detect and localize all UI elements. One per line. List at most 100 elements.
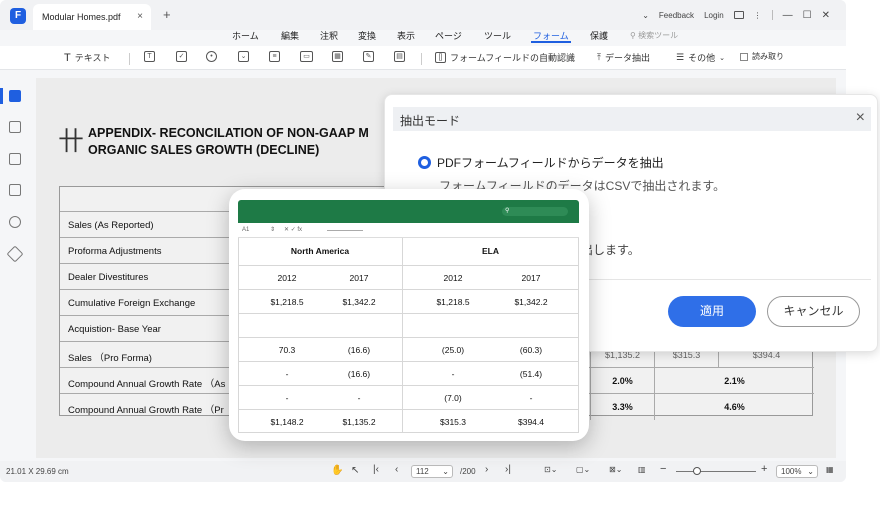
active-rail-indicator (0, 88, 3, 104)
search-icon[interactable] (9, 216, 21, 228)
menu-home[interactable]: ホーム (232, 29, 259, 42)
document-chair-icon: 卄 (58, 126, 85, 156)
spreadsheet-preview: ⚲ A1 ⇕ ✕ ✓ fx North America ELA 2012 201… (229, 189, 589, 441)
page-dimensions: 21.01 X 29.69 cm (6, 467, 69, 476)
dropdown-icon: ⌄ (238, 51, 249, 62)
table-row: 70.3 (16.6) (25.0) (60.3) (238, 337, 579, 361)
form-toolbar: T テキスト T ✓ • ⌄ ≡ ▭ ▦ ✎ ▤ [] フォームフィールドの自動認識… (0, 46, 846, 70)
active-menu-indicator (531, 41, 571, 43)
more-button[interactable]: ☰ その他 ⌄ (676, 51, 725, 64)
table-row: $1,218.5 $1,342.2 $1,218.5 $1,342.2 (238, 289, 579, 313)
table-row: - - (7.0) - (238, 385, 579, 409)
more-icon[interactable]: ⋮ (754, 11, 762, 20)
chevron-down-icon[interactable]: ⌄ (642, 11, 649, 20)
text-box-icon: T (144, 51, 155, 62)
maximize-icon[interactable]: ☐ (803, 10, 812, 21)
zoom-in-icon[interactable]: + (761, 463, 767, 475)
list-box-icon: ≡ (269, 51, 280, 62)
zoom-out-icon[interactable]: − (660, 463, 666, 475)
dropdown-tool[interactable]: ⌄ (238, 51, 249, 62)
menu-view[interactable]: 表示 (397, 29, 415, 42)
crop-icon[interactable]: ⊠⌄ (609, 465, 622, 474)
image-field-tool[interactable]: ▦ (332, 51, 343, 62)
table-row: $1,148.2 $1,135.2 $315.3 $394.4 (238, 409, 579, 433)
page-number-input[interactable]: 112 ⌄ (411, 465, 453, 478)
stepper-icon: ⇕ (270, 227, 276, 233)
menu-comment[interactable]: 注釈 (320, 29, 338, 42)
hand-tool-icon[interactable]: ✋ (331, 465, 343, 476)
auto-recognize-button[interactable]: [] フォームフィールドの自動認識 (435, 51, 575, 64)
date-tool[interactable]: ▤ (394, 51, 405, 62)
menu-edit[interactable]: 編集 (281, 29, 299, 42)
recognize-icon: [] (435, 52, 446, 63)
search-icon: ⚲ (502, 207, 568, 216)
read-only-checkbox[interactable] (740, 52, 748, 61)
button-icon: ▭ (300, 51, 313, 62)
attachment-icon[interactable] (9, 184, 21, 196)
thumbnails-icon[interactable] (9, 90, 21, 102)
new-tab-icon[interactable]: + (163, 8, 171, 21)
search-tools[interactable]: ⚲ 検索ツール (630, 30, 678, 41)
checkbox-tool[interactable]: ✓ (176, 51, 187, 62)
extract-form-fields-radio[interactable] (418, 156, 431, 169)
close-icon[interactable]: × (856, 109, 865, 127)
read-only-toggle[interactable]: 読み取り (740, 51, 784, 62)
option-description-2: 出します。 (581, 243, 640, 257)
feedback-link[interactable]: Feedback (659, 11, 694, 20)
signature-icon: ✎ (363, 51, 374, 62)
view-grid-icon[interactable]: ▦ (826, 465, 834, 474)
checkbox-icon: ✓ (176, 51, 187, 62)
minimize-icon[interactable]: — (783, 10, 793, 21)
text-field-tool[interactable]: T テキスト (64, 51, 110, 64)
column-divider (578, 238, 579, 432)
notification-icon[interactable] (733, 11, 744, 19)
column-divider (238, 238, 239, 432)
column-divider (402, 238, 403, 432)
page-layout-icon[interactable]: ▢⌄ (576, 465, 590, 474)
app-logo-icon: F (10, 8, 26, 24)
table-row (238, 313, 579, 337)
layers-icon[interactable] (6, 245, 24, 263)
reading-mode-icon[interactable]: ▥ (638, 465, 646, 474)
menu-convert[interactable]: 変換 (358, 29, 376, 42)
extract-data-button[interactable]: ⤒ データ抽出 (597, 51, 650, 64)
zoom-slider-handle[interactable] (693, 467, 701, 475)
close-window-icon[interactable]: ✕ (822, 10, 830, 21)
formula-actions: ✕ ✓ fx (284, 227, 303, 233)
status-bar: 21.01 X 29.69 cm ✋ ↖ |‹ ‹ 112 ⌄ /200 › ›… (0, 461, 846, 482)
more-lines-icon: ☰ (676, 52, 685, 62)
zoom-slider[interactable] (676, 471, 756, 472)
prev-page-icon[interactable]: ‹ (395, 464, 398, 475)
next-page-icon[interactable]: › (485, 464, 488, 475)
table-row: 2012 2017 2012 2017 (238, 265, 579, 289)
button-tool[interactable]: ▭ (300, 51, 313, 62)
menu-tools[interactable]: ツール (484, 29, 511, 42)
menu-page[interactable]: ページ (435, 29, 462, 42)
dialog-header: 抽出モード × (393, 107, 871, 131)
cell-reference: A1 (242, 227, 250, 233)
first-page-icon[interactable]: |‹ (373, 464, 379, 475)
document-title: APPENDIX- RECONCILATION OF NON-GAAP M OR… (88, 126, 369, 157)
formula-bar: A1 ⇕ ✕ ✓ fx (238, 223, 579, 238)
left-sidebar (0, 78, 30, 462)
select-tool-icon[interactable]: ↖ (351, 465, 359, 476)
last-page-icon[interactable]: ›| (505, 464, 511, 475)
header-north-america: North America (290, 246, 350, 256)
fit-page-icon[interactable]: ⊡⌄ (544, 465, 557, 474)
zoom-level-select[interactable]: 100% ⌄ (776, 465, 818, 478)
cancel-button[interactable]: キャンセル (767, 296, 860, 327)
comment-icon[interactable] (9, 153, 21, 165)
menu-protect[interactable]: 保護 (590, 29, 608, 42)
calendar-icon: ▤ (394, 51, 405, 62)
bookmark-icon[interactable] (9, 121, 21, 133)
radio-tool[interactable]: • (206, 51, 217, 62)
apply-button[interactable]: 適用 (668, 296, 756, 327)
upload-icon: ⤒ (597, 52, 601, 62)
list-box-tool[interactable]: ≡ (269, 51, 280, 62)
login-link[interactable]: Login (704, 11, 724, 20)
text-icon: T (64, 51, 71, 64)
text-box-tool[interactable]: T (144, 51, 155, 62)
signature-tool[interactable]: ✎ (363, 51, 374, 62)
dialog-title: 抽出モード (400, 114, 461, 128)
table-row: North America ELA (238, 238, 579, 265)
